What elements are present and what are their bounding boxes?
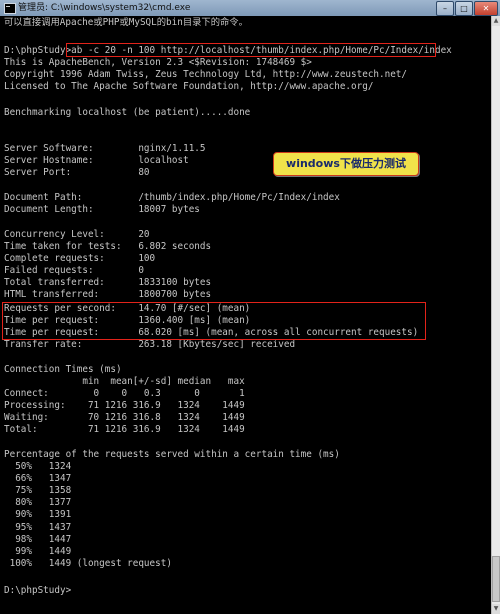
console-line: Total: 71 1216 316.9 1324 1449: [4, 424, 245, 435]
scroll-down-arrow-icon[interactable]: ▼: [492, 604, 500, 614]
console-line: Connection Times (ms): [4, 364, 122, 375]
annotation-callout: windows下做压力测试: [273, 152, 419, 176]
console-line: 100% 1449 (longest request): [4, 558, 172, 569]
minimize-button[interactable]: –: [436, 1, 454, 16]
console-line: Percentage of the requests served within…: [4, 449, 340, 460]
console-line: 99% 1449: [4, 546, 72, 557]
console-line: 可以直接调用Apache或PHP或MySQL的bin目录下的命令。: [4, 17, 248, 28]
console-prompt[interactable]: D:\phpStudy>: [4, 585, 71, 597]
console-line: HTML transferred: 1800700 bytes: [4, 289, 212, 300]
command-highlight-box: [66, 43, 436, 57]
scrollbar-thumb[interactable]: [492, 556, 500, 602]
console-line: This is ApacheBench, Version 2.3 <$Revis…: [4, 57, 312, 68]
console-line: 98% 1447: [4, 534, 72, 545]
console-line: Complete requests: 100: [4, 253, 156, 264]
console-line: Server Port: 80: [4, 167, 150, 178]
console-line: 80% 1377: [4, 497, 72, 508]
console-line: 75% 1358: [4, 485, 72, 496]
console-line: Connect: 0 0 0.3 0 1: [4, 388, 245, 399]
console-line: Concurrency Level: 20: [4, 229, 150, 240]
console-line: Server Hostname: localhost: [4, 155, 189, 166]
console-line: Time taken for tests: 6.802 seconds: [4, 241, 212, 252]
console-line: Processing: 71 1216 316.9 1324 1449: [4, 400, 245, 411]
vertical-scrollbar[interactable]: ▲ ▼: [491, 16, 500, 614]
console-line: Document Length: 18007 bytes: [4, 204, 200, 215]
console-line: Benchmarking localhost (be patient).....…: [4, 107, 251, 118]
close-button[interactable]: ✕: [474, 1, 498, 16]
window-title: 管理员: C:\windows\system32\cmd.exe: [18, 3, 191, 13]
console-line: Waiting: 70 1216 316.8 1324 1449: [4, 412, 245, 423]
cmd-console-icon[interactable]: [4, 3, 16, 14]
console-line: Server Software: nginx/1.11.5: [4, 143, 206, 154]
console-line: Copyright 1996 Adam Twiss, Zeus Technolo…: [4, 69, 407, 80]
scroll-up-arrow-icon[interactable]: ▲: [492, 16, 500, 26]
console-line: 50% 1324: [4, 461, 72, 472]
window-titlebar[interactable]: 管理员: C:\windows\system32\cmd.exe – □ ✕: [0, 0, 500, 16]
maximize-button[interactable]: □: [455, 1, 473, 16]
console-line: Licensed to The Apache Software Foundati…: [4, 81, 374, 92]
results-highlight-box: [2, 302, 426, 340]
console-line: 90% 1391: [4, 509, 72, 520]
console-line: 66% 1347: [4, 473, 72, 484]
console-line: Total transferred: 1833100 bytes: [4, 277, 212, 288]
console-line: Transfer rate: 263.18 [Kbytes/sec] recei…: [4, 339, 296, 350]
console-line: Failed requests: 0: [4, 265, 144, 276]
console-line: min mean[+/-sd] median max: [4, 376, 245, 387]
console-line: 95% 1437: [4, 522, 72, 533]
window-controls: – □ ✕: [435, 1, 498, 16]
console-line: Document Path: /thumb/index.php/Home/Pc/…: [4, 192, 340, 203]
